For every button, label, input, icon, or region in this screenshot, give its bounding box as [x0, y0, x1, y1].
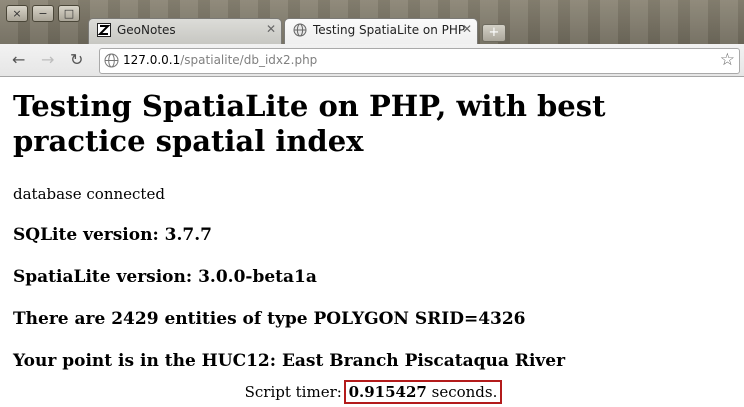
tab-strip: × − □ GeoNotes ✕ Testing SpatiaLite on P…	[0, 0, 744, 44]
connection-status: database connected	[13, 185, 165, 203]
page-content: Testing SpatiaLite on PHP, with best pra…	[13, 76, 743, 371]
tab-testing-spatialite[interactable]: Testing SpatiaLite on PHP ✕	[284, 18, 478, 44]
spatialite-version: SpatiaLite version: 3.0.0-beta1a	[13, 267, 317, 287]
back-icon[interactable]: ←	[12, 51, 25, 69]
page-globe-icon	[104, 53, 119, 68]
reload-icon[interactable]: ↻	[70, 51, 83, 69]
sqlite-version: SQLite version: 3.7.7	[13, 225, 212, 245]
entity-count: There are 2429 entities of type POLYGON …	[13, 309, 526, 329]
new-tab-button[interactable]: +	[482, 24, 506, 42]
huc12-result: Your point is in the HUC12: East Branch …	[13, 351, 566, 371]
timer-label: Script timer:	[244, 383, 347, 401]
address-bar[interactable]: 127.0.0.1/spatialite/db_idx2.php ☆	[99, 48, 740, 74]
globe-favicon-icon	[293, 23, 307, 37]
timer-unit: seconds.	[426, 383, 498, 401]
tab-geonotes[interactable]: GeoNotes ✕	[88, 18, 282, 44]
timer-highlight-box: 0.915427 seconds.	[343, 380, 503, 404]
z-favicon-icon	[97, 23, 111, 37]
close-tab-icon[interactable]: ✕	[266, 22, 276, 36]
url-path: /spatialite/db_idx2.php	[180, 53, 318, 67]
minimize-window-button[interactable]: −	[32, 5, 54, 22]
url-host: 127.0.0.1	[123, 53, 181, 67]
url-text[interactable]: 127.0.0.1/spatialite/db_idx2.php	[123, 53, 317, 67]
script-timer: Script timer: 0.915427 seconds.	[0, 380, 744, 404]
browser-toolbar: ← → ↻ 127.0.0.1/spatialite/db_idx2.php ☆	[0, 44, 744, 77]
maximize-window-button[interactable]: □	[58, 5, 80, 22]
timer-value: 0.915427	[348, 383, 427, 401]
tab-label: Testing SpatiaLite on PHP	[313, 23, 466, 37]
page-title: Testing SpatiaLite on PHP, with best pra…	[13, 89, 606, 158]
bookmark-star-icon[interactable]: ☆	[720, 50, 735, 70]
forward-icon[interactable]: →	[41, 51, 54, 69]
close-window-button[interactable]: ×	[6, 5, 28, 22]
tab-label: GeoNotes	[117, 23, 176, 37]
close-tab-icon[interactable]: ✕	[462, 22, 472, 36]
